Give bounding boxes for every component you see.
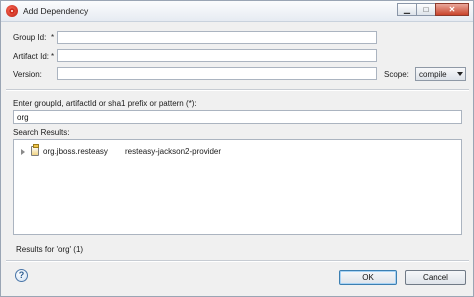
version-label: Version: bbox=[13, 70, 42, 79]
window-controls: ▁ □ ✕ bbox=[397, 3, 469, 17]
artifact-id-required-marker: * bbox=[51, 52, 55, 61]
minimize-button[interactable]: ▁ bbox=[397, 3, 417, 16]
scope-select[interactable]: compile bbox=[415, 67, 466, 81]
eclipse-icon bbox=[6, 5, 18, 17]
group-id-required-marker: * bbox=[51, 33, 55, 42]
results-summary: Results for 'org' (1) bbox=[16, 245, 84, 254]
maximize-icon: □ bbox=[423, 5, 429, 14]
artifact-id-label: Artifact Id: bbox=[13, 52, 50, 61]
scope-label: Scope: bbox=[384, 70, 409, 79]
search-prompt-label: Enter groupId, artifactId or sha1 prefix… bbox=[13, 99, 197, 108]
group-id-field[interactable] bbox=[57, 31, 377, 44]
footer-separator bbox=[6, 260, 469, 262]
version-field[interactable] bbox=[57, 67, 377, 80]
close-button[interactable]: ✕ bbox=[435, 3, 469, 16]
group-id-label: Group Id: bbox=[13, 33, 47, 42]
search-results-label: Search Results: bbox=[13, 128, 70, 137]
minimize-icon: ▁ bbox=[403, 5, 411, 14]
scope-value: compile bbox=[419, 70, 447, 79]
separator bbox=[6, 89, 469, 91]
result-group-id: org.jboss.resteasy bbox=[43, 147, 108, 156]
close-icon: ✕ bbox=[448, 5, 456, 14]
ok-button[interactable]: OK bbox=[339, 270, 397, 285]
help-icon[interactable]: ? bbox=[15, 269, 28, 282]
search-input[interactable] bbox=[13, 110, 462, 124]
search-results-tree[interactable]: org.jboss.resteasy resteasy-jackson2-pro… bbox=[13, 139, 462, 235]
dialog-title: Add Dependency bbox=[23, 6, 89, 16]
add-dependency-dialog: Add Dependency ▁ □ ✕ Group Id: * Artifac… bbox=[0, 0, 474, 297]
title-bar[interactable]: Add Dependency ▁ □ ✕ bbox=[1, 1, 473, 22]
chevron-down-icon bbox=[457, 72, 463, 76]
result-artifact-id: resteasy-jackson2-provider bbox=[125, 147, 222, 156]
artifact-id-field[interactable] bbox=[57, 49, 377, 62]
maximize-button[interactable]: □ bbox=[416, 3, 436, 16]
cancel-button[interactable]: Cancel bbox=[405, 270, 466, 285]
jar-icon bbox=[31, 144, 39, 156]
expand-arrow-icon[interactable] bbox=[21, 149, 25, 155]
